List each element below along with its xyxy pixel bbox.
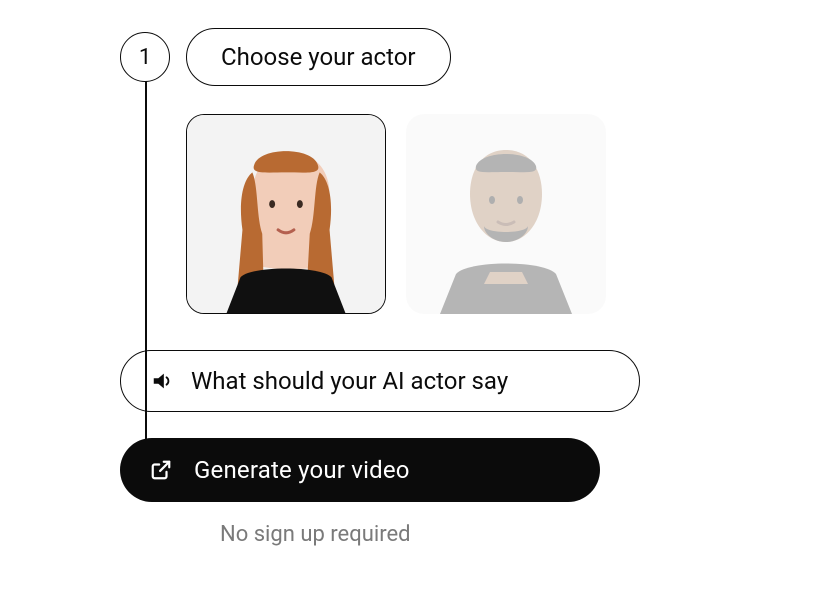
external-link-icon xyxy=(150,459,172,481)
step-number-badge: 1 xyxy=(120,32,170,82)
step-number: 1 xyxy=(139,45,151,70)
step-label: Choose your actor xyxy=(221,43,416,71)
step-label-pill: Choose your actor xyxy=(186,28,451,86)
step-header: 1 Choose your actor xyxy=(120,28,640,86)
generate-button[interactable]: Generate your video xyxy=(120,438,600,502)
speaker-icon xyxy=(151,370,173,392)
prompt-input[interactable]: What should your AI actor say xyxy=(120,350,640,412)
actor-avatar xyxy=(406,114,606,314)
actor-card[interactable] xyxy=(406,114,606,314)
actors-row xyxy=(186,114,640,314)
timeline-connector xyxy=(145,78,147,488)
prompt-placeholder: What should your AI actor say xyxy=(191,367,508,395)
actor-card[interactable] xyxy=(186,114,386,314)
caption-text: No sign up required xyxy=(220,522,640,547)
generate-button-label: Generate your video xyxy=(194,456,410,484)
actor-avatar xyxy=(187,115,385,313)
